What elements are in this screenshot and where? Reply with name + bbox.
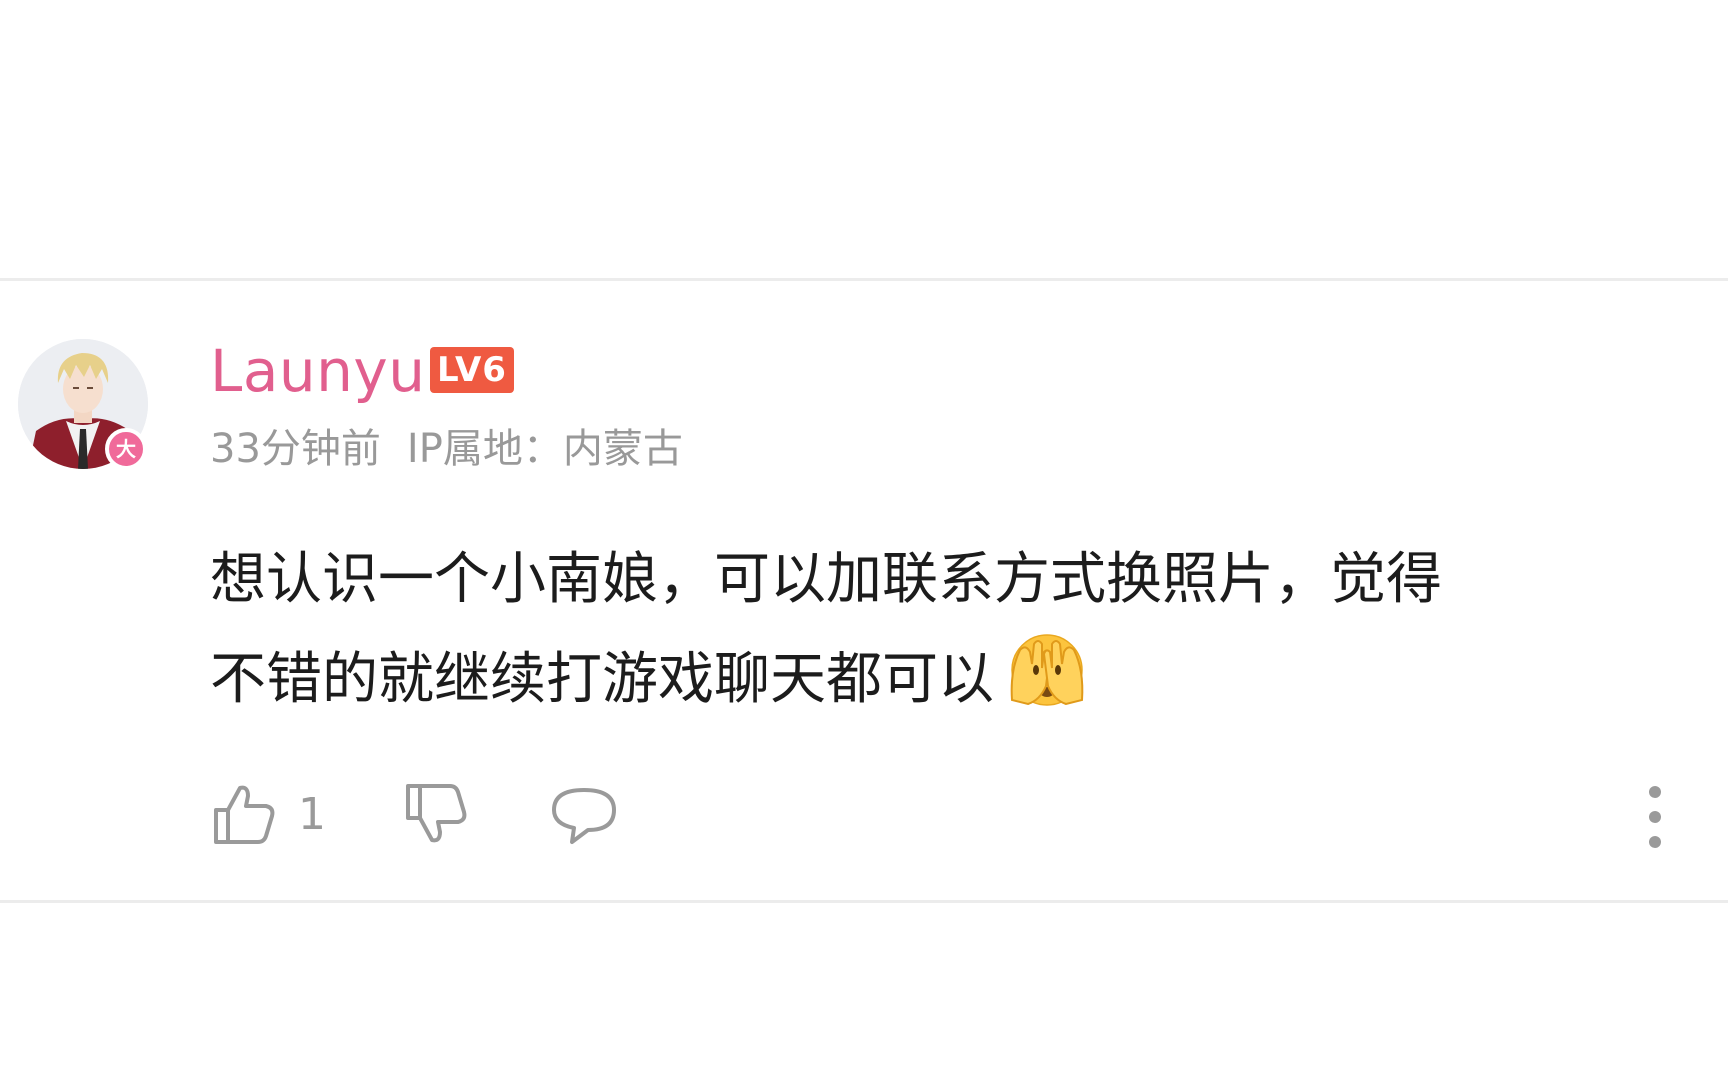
thumbs-down-icon [406,784,467,843]
like-count: 1 [298,788,326,840]
username[interactable]: Launyu [210,336,425,406]
more-dot-icon [1649,786,1661,798]
bottom-divider [0,900,1728,903]
top-divider [0,278,1728,281]
comment-line-1: 想认识一个小南娘，可以加联系方式换照片，觉得 [210,547,1442,612]
more-options-button[interactable] [1640,786,1670,848]
like-button[interactable]: 1 [210,780,326,848]
comment-time: 33分钟前 [210,426,381,472]
reply-button[interactable] [548,784,620,846]
more-dot-icon [1649,811,1661,823]
dislike-button[interactable] [402,780,470,848]
comment-line-2: 不错的就继续打游戏聊天都可以 [210,630,1670,730]
more-dot-icon [1649,836,1661,848]
comment-meta: 33分钟前 IP属地：内蒙古 [210,423,683,475]
comment-line-2-text: 不错的就继续打游戏聊天都可以 [210,647,994,712]
ip-location: IP属地：内蒙古 [406,426,683,472]
comment-bubble-icon [552,788,616,844]
comment-text: 想认识一个小南娘，可以加联系方式换照片，觉得 不错的就继续打游戏聊天都可以 [210,530,1670,730]
vip-badge: 大 [105,428,147,470]
level-badge: LV6 [430,347,514,393]
thumbs-up-icon [214,785,275,844]
face-with-hands-over-eyes-emoji [1010,634,1084,706]
